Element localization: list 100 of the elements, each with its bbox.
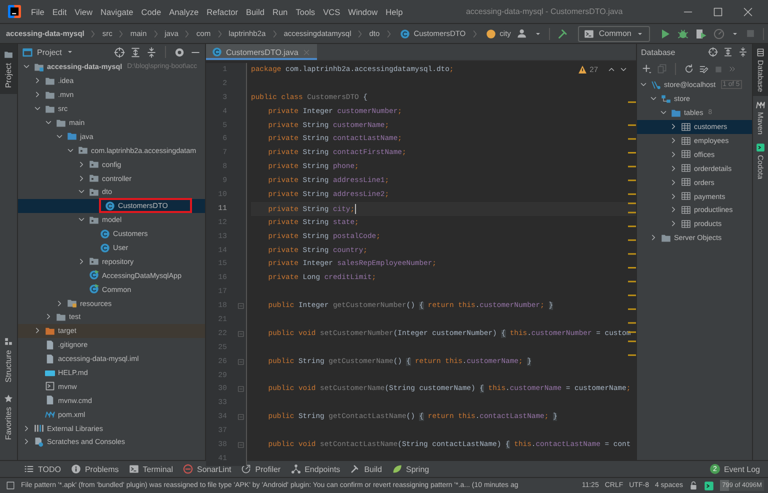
table-icon [681,136,691,146]
info-icon [70,464,81,474]
fold-marker-icon[interactable] [237,302,245,310]
tool-window-button[interactable]: SonarLint [183,464,232,474]
plugin-icon[interactable] [704,480,714,490]
schema-icon [661,94,671,104]
editor-tab[interactable]: CustomersDTO.java [206,44,318,60]
table-icon [681,191,691,202]
app-logo-icon [8,5,21,18]
chevron-icon[interactable] [77,256,86,266]
markdown-file-icon [45,368,55,378]
table-icon [681,149,691,160]
folder-icon [671,108,681,118]
folder-icon [56,118,66,128]
user-icon[interactable] [516,28,528,39]
collapse-all-icon[interactable] [738,47,748,57]
terminal-icon [584,28,594,38]
gauge-icon [241,464,252,474]
list-icon [24,464,34,474]
tool-window-button[interactable]: Spring [392,464,430,474]
tool-window-button[interactable]: Terminal [128,464,173,474]
fold-marker-icon[interactable] [237,358,245,366]
close-icon[interactable] [742,6,754,18]
coverage-icon[interactable] [695,28,708,40]
panel-icon [22,46,33,58]
fold-marker-icon[interactable] [237,440,245,449]
hammer-icon[interactable] [556,28,569,40]
window-title: accessing-data-mysql - CustomersDTO.java [466,7,623,16]
library-icon [34,423,44,434]
menu-item[interactable]: Tools [292,6,320,16]
class-icon [100,242,110,253]
letter-m-icon [756,100,765,110]
package-icon [78,145,88,156]
lock-icon[interactable] [689,481,698,490]
pom-file-icon [45,409,55,420]
run-configuration-dropdown[interactable]: Common [578,26,650,42]
tool-window-tab[interactable]: Favorites [0,388,17,446]
nodes-icon [290,464,301,474]
fold-marker-icon[interactable] [237,413,245,422]
resources-folder-icon [67,298,77,308]
field-icon [486,28,496,38]
runnable-class-icon [89,284,99,294]
refresh-icon[interactable] [684,64,694,74]
folder-icon [45,90,55,100]
package-icon [89,214,99,225]
expand-all-icon[interactable] [723,47,733,57]
folder-icon [45,104,55,114]
menu-item[interactable]: File [27,6,48,16]
class-icon [105,200,115,211]
tool-window-button[interactable]: TODO [24,464,61,474]
menu-item[interactable]: Refactor [202,6,242,16]
locate-icon[interactable] [114,46,125,58]
class-icon [100,228,110,239]
chevron-icon[interactable] [649,233,658,242]
tool-window-button[interactable]: Profiler [241,464,281,474]
maximize-icon[interactable] [712,6,724,18]
edit-icon[interactable] [699,64,709,74]
menu-item[interactable]: Help [382,6,407,16]
fold-marker-icon[interactable] [237,330,245,338]
tool-window-button[interactable]: Endpoints [290,464,340,474]
folder-icon [4,50,13,59]
terminal-icon [128,464,139,474]
settings-icon[interactable] [174,46,185,58]
file-icon [45,354,55,364]
tool-window-button[interactable]: Build [350,464,382,474]
menu-item[interactable]: Navigate [96,6,138,16]
hammer-icon [350,464,360,474]
class-icon [212,47,222,57]
tool-window-tab[interactable]: Project [0,44,17,94]
bug-icon[interactable] [677,28,690,40]
tool-window-button[interactable]: Problems [70,464,119,474]
scratch-icon [34,436,44,447]
package-icon [89,159,99,170]
caret-icon [66,48,74,56]
collapse-all-icon[interactable] [146,46,157,58]
menu-item[interactable]: VCS [319,6,344,16]
expand-all-icon[interactable] [130,46,141,58]
no-entry-icon [183,464,193,474]
message-icon[interactable] [6,481,15,490]
menu-item[interactable]: Window [344,6,382,16]
more-icon[interactable] [728,65,736,73]
fold-marker-icon[interactable] [237,385,245,394]
event-log-button[interactable]: Event Log [724,464,760,474]
view-selector[interactable]: Project [22,46,74,58]
menu-item[interactable]: Build [242,6,268,16]
folder-icon [661,232,671,243]
menu-item[interactable]: Code [137,6,166,16]
add-icon[interactable] [642,64,652,74]
locate-icon[interactable] [708,47,718,57]
table-icon [681,218,691,229]
menu-item[interactable]: View [70,6,97,16]
run-icon[interactable] [659,28,672,40]
menu-item[interactable]: Edit [48,6,71,16]
folder-icon [56,312,66,322]
table-icon [681,177,691,188]
structure-icon [4,336,13,346]
menu-item[interactable]: Run [268,6,292,16]
package-icon [89,173,99,184]
menu-item[interactable]: Analyze [165,6,203,16]
tool-window-tab[interactable]: Structure [0,330,17,388]
